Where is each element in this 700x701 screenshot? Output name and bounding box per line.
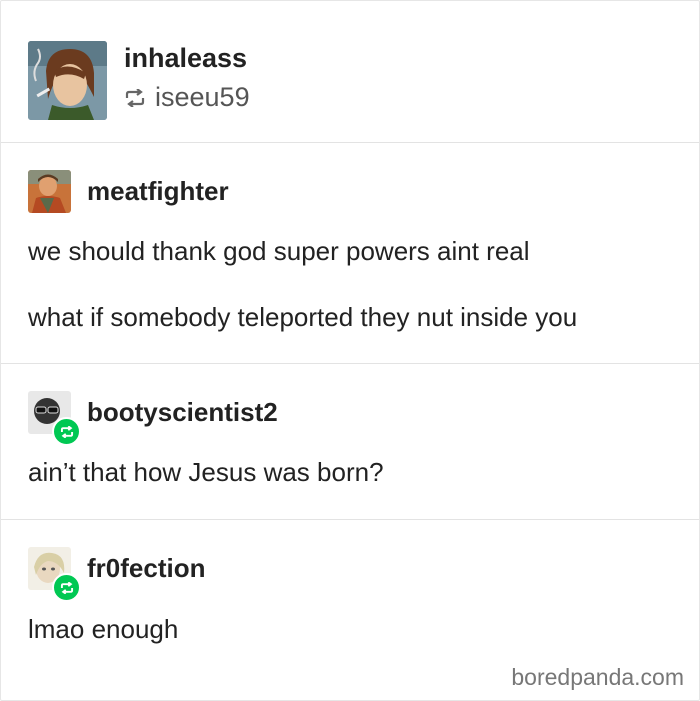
header-avatar[interactable] [28,41,107,120]
post-author-name[interactable]: bootyscientist2 [87,397,278,428]
watermark: boredpanda.com [511,664,684,690]
divider [1,519,699,520]
divider [1,363,699,364]
post-text: lmao enough [28,614,179,644]
reblog-badge-icon [52,573,81,602]
reblog-attribution: iseeu59 [124,82,250,113]
post-text: we should thank god super powers aint re… [28,236,530,266]
post-author-name[interactable]: fr0fection [87,553,205,584]
post-text: ain’t that how Jesus was born? [28,457,384,487]
post-author-row: meatfighter [28,170,229,213]
post-text: what if somebody teleported they nut ins… [28,302,578,332]
meatfighter-avatar[interactable] [28,170,71,213]
reblog-badge-icon [52,417,81,446]
reblogged-from-username[interactable]: iseeu59 [155,82,250,113]
header-username[interactable]: inhaleass [124,43,247,74]
divider [1,142,699,143]
post-author-name[interactable]: meatfighter [87,176,229,207]
reblog-icon [125,88,145,107]
